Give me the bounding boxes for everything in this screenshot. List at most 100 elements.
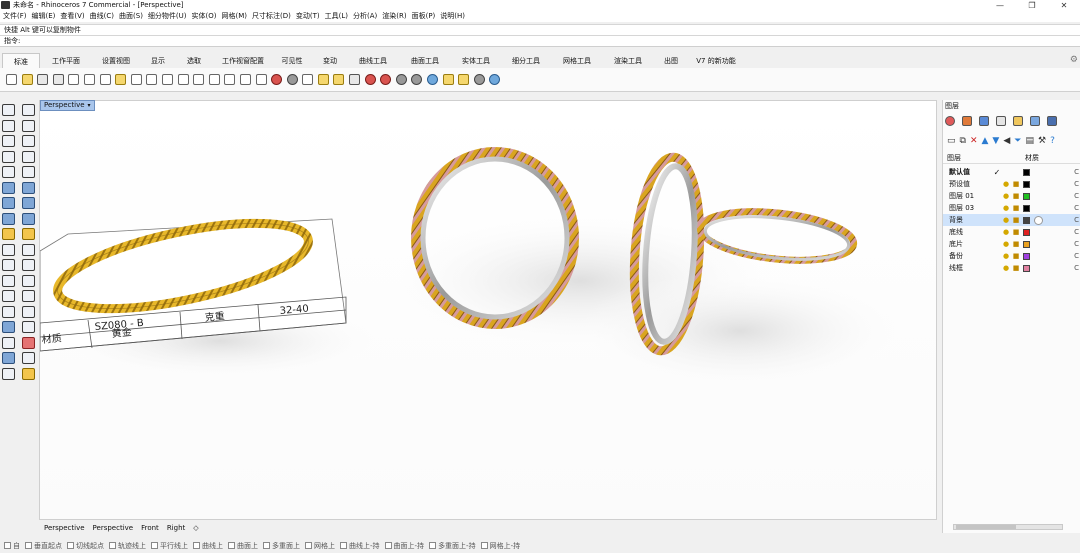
folder-icon[interactable]	[1013, 116, 1023, 126]
zoom-window-icon[interactable]	[193, 74, 205, 85]
light-bulb-icon[interactable]: ●	[1001, 228, 1011, 236]
record-history-icon[interactable]	[2, 352, 15, 364]
layer-row[interactable]: 默认值 ✓ C	[943, 166, 1080, 178]
hide-objects-icon[interactable]	[286, 74, 298, 85]
print-icon[interactable]	[52, 74, 64, 85]
move-icon[interactable]	[2, 290, 15, 302]
tab-display[interactable]: 显示	[140, 53, 176, 68]
tab-mesh-tools[interactable]: 网格工具	[554, 53, 600, 68]
menu-surface[interactable]: 曲面(S)	[119, 11, 143, 21]
layer-name[interactable]: 底片	[943, 239, 993, 249]
osnap-toggle[interactable]: 切线起点	[67, 541, 104, 551]
layer-color-swatch[interactable]	[1023, 168, 1030, 176]
render-sphere-icon[interactable]	[395, 74, 407, 85]
close-icon[interactable]: ✕	[1048, 0, 1080, 10]
menu-tools[interactable]: 工具(L)	[325, 11, 348, 21]
extrude-icon[interactable]	[2, 212, 15, 225]
layer-props-icon[interactable]: ▤	[1025, 136, 1034, 146]
ellipse-icon[interactable]	[2, 150, 15, 163]
cut-icon[interactable]	[83, 74, 95, 85]
color-circle-icon[interactable]	[945, 116, 955, 126]
menu-transform[interactable]: 变动(T)	[296, 11, 320, 21]
point-icon[interactable]	[22, 104, 35, 116]
help-icon[interactable]	[489, 74, 501, 85]
circle-icon[interactable]	[2, 135, 15, 147]
move-back-icon[interactable]: ◀	[1003, 136, 1010, 146]
layer-color-swatch[interactable]	[1023, 264, 1030, 272]
tab-cplanes[interactable]: 工作平面	[40, 53, 92, 68]
add-viewport-icon[interactable]: ◇	[189, 522, 202, 535]
group-icon[interactable]	[22, 321, 35, 333]
layer-name[interactable]: 线框	[943, 263, 993, 273]
osnap-toggle[interactable]: 网格上	[305, 541, 335, 551]
cplane-icon[interactable]	[271, 74, 283, 85]
osnap-toggle[interactable]: 平行线上	[151, 541, 188, 551]
osnap-toggle[interactable]: 自	[4, 541, 20, 551]
render-tool-icon[interactable]	[22, 367, 35, 380]
color-wheel-icon[interactable]	[380, 74, 392, 85]
lock-icon[interactable]: ■	[1011, 216, 1021, 224]
viewport-title-tab[interactable]: Perspective ▾	[40, 100, 95, 111]
checkbox[interactable]	[193, 542, 200, 549]
menu-solid[interactable]: 实体(O)	[192, 11, 217, 21]
layer-name[interactable]: 预设值	[943, 179, 993, 189]
checkbox[interactable]	[25, 542, 32, 549]
restore-icon[interactable]: ❐	[1016, 0, 1048, 10]
zoom-selected-icon[interactable]	[224, 74, 236, 85]
pencil-icon[interactable]	[996, 116, 1006, 126]
show-objects-icon[interactable]	[302, 74, 314, 85]
move-up-icon[interactable]: ▲	[982, 136, 989, 146]
layer-row[interactable]: 预设值 ● ■ C	[943, 178, 1080, 190]
new-sublayer-icon[interactable]: ⧉	[960, 136, 966, 146]
checkbox[interactable]	[480, 542, 488, 549]
rendered-sphere-icon[interactable]	[427, 74, 439, 85]
layer-color-swatch[interactable]	[1023, 180, 1030, 188]
split-icon[interactable]	[22, 243, 35, 256]
block-icon[interactable]	[2, 321, 15, 333]
undo-view-icon[interactable]	[239, 74, 251, 85]
box-solid-icon[interactable]	[2, 197, 15, 209]
pan-hand-icon[interactable]	[146, 74, 158, 85]
sphere-solid-icon[interactable]	[22, 197, 35, 209]
layer-name[interactable]: 默认值	[943, 167, 993, 177]
properties-icon[interactable]	[364, 74, 376, 85]
menu-curve[interactable]: 曲线(C)	[90, 11, 114, 21]
lock-icon[interactable]: ■	[1011, 252, 1021, 260]
text-flag-icon[interactable]	[442, 74, 454, 85]
zoom-extents-icon[interactable]	[208, 74, 220, 85]
polygon-icon[interactable]	[2, 166, 15, 178]
osnap-toggle[interactable]: 曲面上	[228, 541, 258, 551]
tools-icon[interactable]: ⚒	[1038, 136, 1046, 146]
arc-icon[interactable]	[22, 135, 35, 147]
perspective-viewport[interactable]: SZ080 - B 克重 32-40 材质 黄金	[39, 100, 937, 520]
menu-view[interactable]: 查看(V)	[60, 11, 84, 21]
lock-icon[interactable]	[349, 74, 361, 85]
open-file-icon[interactable]	[21, 74, 33, 85]
checkbox[interactable]	[4, 542, 11, 549]
osnap-toggle[interactable]: 曲线上-持	[340, 541, 380, 551]
layer-row[interactable]: 图层 03 ● ■ C	[943, 202, 1080, 214]
offset-icon[interactable]	[2, 274, 15, 287]
boolean-union-icon[interactable]	[22, 212, 35, 225]
light-bulb-icon[interactable]: ●	[1001, 192, 1011, 200]
layer-color-swatch[interactable]	[1023, 204, 1030, 212]
options-gear-icon[interactable]	[458, 74, 470, 85]
menu-mesh[interactable]: 网格(M)	[222, 11, 248, 21]
layer-color-swatch[interactable]	[1023, 192, 1030, 200]
tab-visibility[interactable]: 可见性	[274, 53, 310, 68]
checkbox[interactable]	[429, 542, 437, 549]
checkbox[interactable]	[228, 542, 235, 549]
checkbox[interactable]	[109, 542, 116, 549]
shaded-sphere-icon[interactable]	[411, 74, 423, 85]
light-bulb-icon[interactable]: ●	[1001, 216, 1011, 224]
save-icon[interactable]	[37, 74, 49, 85]
move-down-icon[interactable]: ▼	[992, 136, 999, 146]
layer-row[interactable]: 背景 ● ■ C	[943, 214, 1080, 226]
analyze-icon[interactable]	[22, 336, 35, 349]
array-icon[interactable]	[2, 336, 15, 349]
join-icon[interactable]	[2, 259, 15, 271]
layer-color-swatch[interactable]	[1023, 252, 1030, 260]
material-swatch[interactable]	[1034, 215, 1043, 225]
osnap-toggle[interactable]: 曲面上-持	[384, 541, 424, 551]
checkbox[interactable]	[340, 542, 347, 549]
